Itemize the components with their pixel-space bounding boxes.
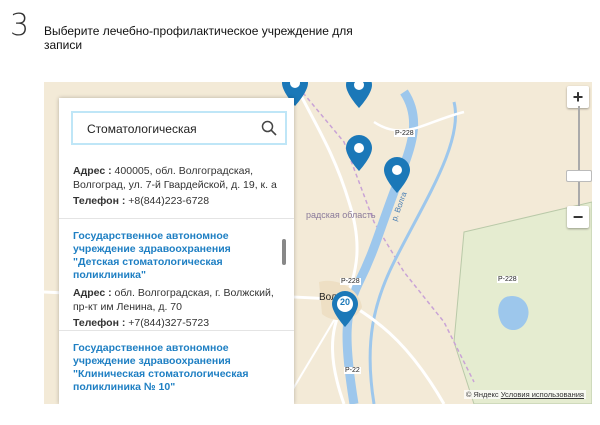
terms-link[interactable]: Условия использования (501, 390, 584, 399)
search-input[interactable]: Стоматологическая (71, 111, 287, 145)
map-cluster-pin[interactable]: 20 (332, 290, 358, 328)
clinic-name-link[interactable]: Государственное автономное учреждение зд… (73, 342, 280, 394)
clinic-name-link[interactable]: Государственное автономное учреждение зд… (73, 230, 280, 282)
phone-label: Телефон : (73, 195, 126, 207)
clinic-search-panel: Стоматологическая Адрес : 400005, обл. В… (59, 98, 294, 404)
map-copyright: © Яндекс Условия использования (463, 390, 586, 399)
result-item[interactable]: Государственное автономное учреждение зд… (59, 342, 294, 394)
phone-line: Телефон : +7(844)327-5723 (73, 316, 280, 330)
address-line: Адрес : обл. Волгоградская, г. Волжский,… (73, 286, 280, 314)
step-number: 3 (10, 8, 30, 43)
zoom-in-button[interactable]: + (567, 86, 589, 108)
address-label: Адрес : (73, 165, 112, 177)
result-item[interactable]: Адрес : 400005, обл. Волгоградская, Волг… (59, 164, 294, 208)
phone-value: +8(844)223-6728 (128, 195, 210, 207)
address-label: Адрес : (73, 287, 112, 299)
map-pin[interactable] (346, 134, 372, 172)
road-label: Р-22 (344, 367, 361, 374)
copyright-text: © Яндекс (465, 390, 499, 399)
results-list: Адрес : 400005, обл. Волгоградская, Волг… (59, 156, 294, 404)
zoom-out-button[interactable]: − (567, 206, 589, 228)
road-label: Р-228 (340, 278, 361, 285)
search-icon[interactable] (261, 120, 277, 136)
map-pin[interactable] (346, 82, 372, 108)
zoom-slider-track[interactable] (578, 106, 580, 206)
result-item[interactable]: Государственное автономное учреждение зд… (59, 230, 294, 330)
phone-value: +7(844)327-5723 (128, 317, 210, 329)
results-scrollbar[interactable] (282, 239, 286, 265)
search-query[interactable]: Стоматологическая (87, 122, 197, 136)
phone-label: Телефон : (73, 317, 126, 329)
zoom-slider-handle[interactable] (566, 170, 592, 182)
region-label: радская область (306, 210, 376, 220)
address-line: Адрес : 400005, обл. Волгоградская, Волг… (73, 164, 280, 192)
road-label: Р-228 (497, 276, 518, 283)
map-pin[interactable] (384, 156, 410, 194)
cluster-count: 20 (339, 297, 350, 307)
road-label: Р-228 (394, 130, 415, 137)
step-title: Выберите лечебно-профилактическое учрежд… (44, 24, 353, 52)
cluster-pin-icon (332, 291, 358, 327)
divider (59, 330, 294, 331)
phone-line: Телефон : +8(844)223-6728 (73, 194, 280, 208)
map-widget[interactable]: Р-228 Р-228 Р-228 Р-22 р. Волга радская … (44, 82, 592, 404)
divider (59, 218, 294, 219)
